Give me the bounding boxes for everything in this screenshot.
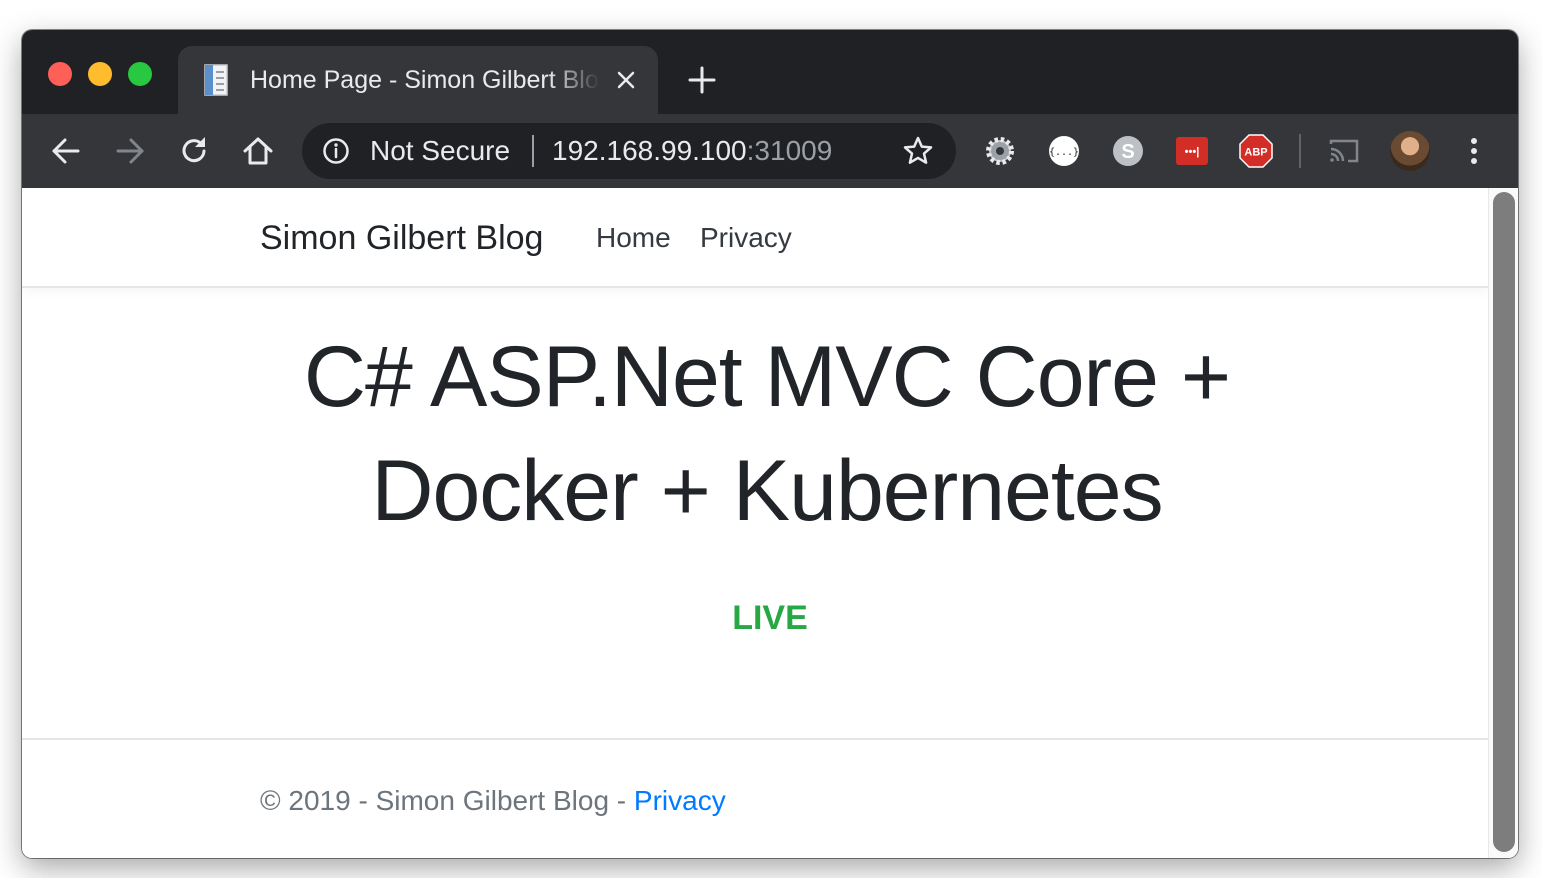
close-icon[interactable]	[612, 66, 640, 94]
page-heading-line1: C# ASP.Net MVC Core +	[303, 329, 1231, 425]
plus-icon[interactable]	[686, 64, 718, 96]
home-icon[interactable]	[240, 133, 276, 169]
maximize-window-button[interactable]	[128, 62, 152, 86]
security-status[interactable]: Not Secure	[370, 134, 510, 168]
svg-text:•••|: •••|	[1185, 146, 1200, 158]
nav-link-privacy[interactable]: Privacy	[700, 221, 792, 255]
back-arrow-icon[interactable]	[48, 133, 84, 169]
scrollbar-thumb[interactable]	[1493, 192, 1515, 852]
browser-window: Home Page - Simon Gilbert Blog Not Secur…	[22, 30, 1518, 858]
more-vertical-icon[interactable]	[1460, 133, 1488, 169]
adblock-plus-extension-icon[interactable]: ABP	[1238, 133, 1274, 169]
gear-extension-icon[interactable]	[982, 133, 1018, 169]
status-label: LIVE	[732, 599, 808, 637]
page-heading-line2: Docker + Kubernetes	[371, 443, 1163, 539]
forward-arrow-icon[interactable]	[112, 133, 148, 169]
nav-link-home[interactable]: Home	[596, 221, 671, 255]
star-icon[interactable]	[902, 135, 934, 167]
url-port: :31009	[746, 135, 833, 166]
site-brand-link[interactable]: Simon Gilbert Blog	[260, 218, 543, 258]
url-host: 192.168.99.100	[552, 135, 747, 166]
info-icon[interactable]	[322, 137, 350, 165]
page-heading: C# ASP.Net MVC Core + Docker + Kubernete…	[22, 320, 1512, 548]
tab-title: Home Page - Simon Gilbert Blog	[250, 66, 600, 94]
minimize-window-button[interactable]	[88, 62, 112, 86]
site-navbar: Simon Gilbert Blog Home Privacy	[22, 188, 1488, 288]
vertical-scrollbar[interactable]	[1488, 188, 1518, 858]
lastpass-extension-icon[interactable]: •••|	[1174, 133, 1210, 169]
omnibox-divider	[532, 135, 534, 167]
address-bar[interactable]: Not Secure 192.168.99.100:31009	[302, 123, 956, 179]
footer-text: © 2019 - Simon Gilbert Blog - Privacy	[260, 784, 726, 818]
tab-strip: Home Page - Simon Gilbert Blog	[22, 30, 1518, 114]
svg-text:ABP: ABP	[1244, 147, 1267, 159]
url-text[interactable]: 192.168.99.100:31009	[552, 134, 832, 168]
svg-text:S: S	[1121, 141, 1134, 163]
page-viewport: Simon Gilbert Blog Home Privacy C# ASP.N…	[22, 188, 1518, 858]
close-window-button[interactable]	[48, 62, 72, 86]
toolbar-separator	[1299, 134, 1301, 168]
document-icon	[204, 64, 228, 96]
footer-privacy-link[interactable]: Privacy	[634, 785, 726, 816]
site-footer: © 2019 - Simon Gilbert Blog - Privacy	[22, 738, 1488, 858]
cast-icon[interactable]	[1326, 133, 1362, 169]
svg-text:{...}: {...}	[1049, 147, 1079, 158]
footer-copyright: © 2019 - Simon Gilbert Blog -	[260, 785, 634, 816]
json-formatter-extension-icon[interactable]: {...}	[1046, 133, 1082, 169]
browser-toolbar: Not Secure 192.168.99.100:31009 {...} S …	[22, 114, 1518, 188]
reload-icon[interactable]	[176, 133, 212, 169]
active-tab[interactable]: Home Page - Simon Gilbert Blog	[178, 46, 658, 114]
profile-avatar[interactable]	[1390, 131, 1430, 171]
skype-extension-icon[interactable]: S	[1110, 133, 1146, 169]
